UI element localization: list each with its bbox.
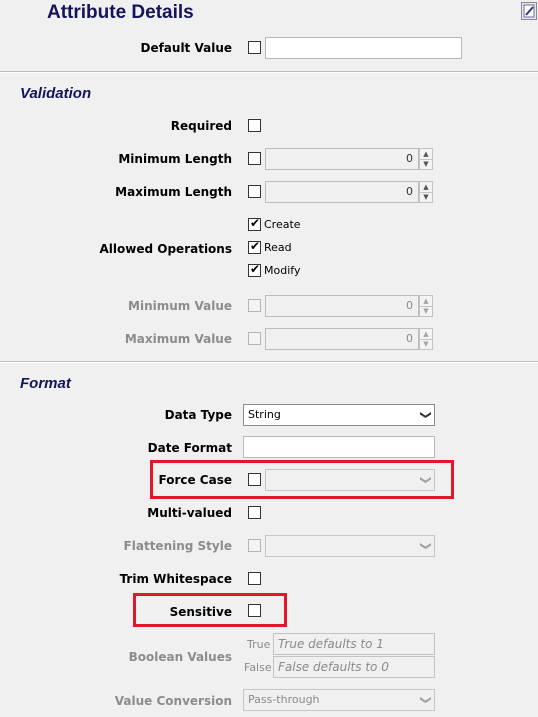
flattening-style-checkbox[interactable] <box>248 539 261 552</box>
max-length-spinner[interactable]: ▲ ▼ <box>419 181 433 203</box>
checkmark-icon: ✔ <box>250 239 261 253</box>
allowed-operations-label: Allowed Operations <box>99 242 232 256</box>
trim-whitespace-label: Trim Whitespace <box>119 572 232 586</box>
sensitive-checkbox[interactable] <box>248 604 261 617</box>
min-value-checkbox[interactable] <box>248 299 261 312</box>
default-value-label: Default Value <box>140 41 232 55</box>
max-length-checkbox[interactable] <box>248 185 261 198</box>
checkmark-icon: ✔ <box>250 216 261 230</box>
min-length-label: Minimum Length <box>118 152 232 166</box>
max-value-label: Maximum Value <box>124 332 232 346</box>
min-value-label: Minimum Value <box>128 299 232 313</box>
validation-heading: Validation <box>20 85 92 102</box>
value-conversion-value: Pass-through <box>248 693 320 706</box>
spin-down-icon[interactable]: ▼ <box>420 159 432 169</box>
min-length-spinner[interactable]: ▲ ▼ <box>419 148 433 170</box>
chevron-down-icon: ❯ <box>419 410 433 420</box>
spin-down-icon[interactable]: ▼ <box>420 306 432 316</box>
spin-down-icon[interactable]: ▼ <box>420 192 432 202</box>
false-label: False <box>244 661 272 674</box>
flattening-style-select[interactable]: ❯ <box>265 535 435 557</box>
create-label: Create <box>264 218 301 231</box>
read-checkbox[interactable]: ✔ <box>248 239 261 254</box>
flattening-style-label: Flattening Style <box>123 539 232 553</box>
data-type-value: String <box>248 408 281 421</box>
multi-valued-label: Multi-valued <box>147 506 232 520</box>
true-label: True <box>247 638 271 651</box>
date-format-label: Date Format <box>147 441 232 455</box>
page-title: Attribute Details <box>47 2 194 23</box>
force-case-label: Force Case <box>158 473 233 487</box>
default-value-checkbox[interactable] <box>248 41 261 54</box>
data-type-select[interactable]: String ❯ <box>243 404 435 426</box>
multi-valued-checkbox[interactable] <box>248 506 261 519</box>
value-conversion-select[interactable]: Pass-through ❯ <box>243 689 435 711</box>
boolean-values-label: Boolean Values <box>128 650 232 664</box>
true-value-input[interactable]: True defaults to 1 <box>273 633 435 655</box>
read-label: Read <box>264 241 292 254</box>
modify-label: Modify <box>264 264 301 277</box>
data-type-label: Data Type <box>164 408 232 422</box>
create-checkbox[interactable]: ✔ <box>248 216 261 231</box>
false-value-input[interactable]: False defaults to 0 <box>273 656 435 678</box>
spin-down-icon[interactable]: ▼ <box>420 339 432 349</box>
min-length-checkbox[interactable] <box>248 152 261 165</box>
max-length-input[interactable]: 0 <box>265 181 419 203</box>
chevron-down-icon: ❯ <box>419 695 433 705</box>
max-value-spinner[interactable]: ▲ ▼ <box>419 328 433 350</box>
format-heading: Format <box>20 375 71 392</box>
min-value-input[interactable]: 0 <box>265 295 419 317</box>
checkmark-icon: ✔ <box>250 262 261 276</box>
max-value-input[interactable]: 0 <box>265 328 419 350</box>
trim-whitespace-checkbox[interactable] <box>248 572 261 585</box>
chevron-down-icon: ❯ <box>419 475 433 485</box>
date-format-input[interactable] <box>243 436 435 458</box>
modify-checkbox[interactable]: ✔ <box>248 262 261 277</box>
min-value-spinner[interactable]: ▲ ▼ <box>419 295 433 317</box>
max-value-checkbox[interactable] <box>248 332 261 345</box>
default-value-input[interactable] <box>265 37 462 59</box>
max-length-label: Maximum Length <box>115 185 232 199</box>
chevron-down-icon: ❯ <box>419 541 433 551</box>
min-length-input[interactable]: 0 <box>265 148 419 170</box>
edit-icon[interactable] <box>521 2 537 20</box>
section-divider <box>0 361 538 363</box>
force-case-select[interactable]: ❯ <box>265 469 435 491</box>
sensitive-label: Sensitive <box>169 605 232 619</box>
section-divider <box>0 71 538 73</box>
required-label: Required <box>170 119 232 133</box>
force-case-checkbox[interactable] <box>248 473 261 486</box>
required-checkbox[interactable] <box>248 119 261 132</box>
value-conversion-label: Value Conversion <box>114 694 232 708</box>
